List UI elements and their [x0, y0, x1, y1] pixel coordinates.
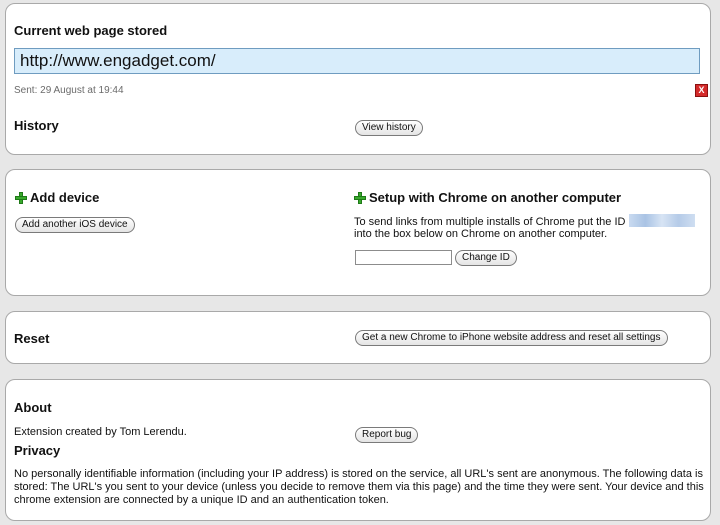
history-heading: History	[14, 118, 59, 133]
device-panel: Add device Add another iOS device Setup …	[5, 169, 711, 296]
stored-url-field[interactable]: http://www.engadget.com/	[14, 48, 700, 74]
reset-panel: Reset Get a new Chrome to iPhone website…	[5, 311, 711, 364]
reset-all-settings-button[interactable]: Get a new Chrome to iPhone website addre…	[355, 330, 668, 346]
redacted-id-value	[628, 214, 695, 227]
add-device-plus-icon	[15, 192, 27, 204]
current-page-panel: Current web page stored http://www.engad…	[5, 3, 711, 155]
view-history-button[interactable]: View history	[355, 120, 423, 136]
sent-timestamp: Sent: 29 August at 19:44	[14, 85, 124, 96]
chrome-id-input[interactable]	[355, 250, 452, 265]
add-device-heading: Add device	[30, 190, 100, 205]
current-page-heading: Current web page stored	[14, 23, 168, 38]
setup-instruction-line-2: into the box below on Chrome on another …	[354, 228, 608, 240]
about-heading: About	[14, 400, 52, 415]
privacy-text: No personally identifiable information (…	[14, 468, 704, 506]
remove-url-close-icon[interactable]: X	[695, 84, 708, 97]
report-bug-button[interactable]: Report bug	[355, 427, 419, 443]
reset-heading: Reset	[14, 331, 50, 346]
about-credit: Extension created by Tom Lerendu.	[14, 426, 187, 438]
add-ios-device-button[interactable]: Add another iOS device	[15, 217, 135, 233]
about-panel: About Extension created by Tom Lerendu. …	[5, 379, 711, 521]
setup-heading: Setup with Chrome on another computer	[369, 190, 622, 205]
setup-plus-icon	[354, 192, 366, 204]
change-id-button[interactable]: Change ID	[455, 250, 517, 266]
privacy-heading: Privacy	[14, 443, 61, 458]
